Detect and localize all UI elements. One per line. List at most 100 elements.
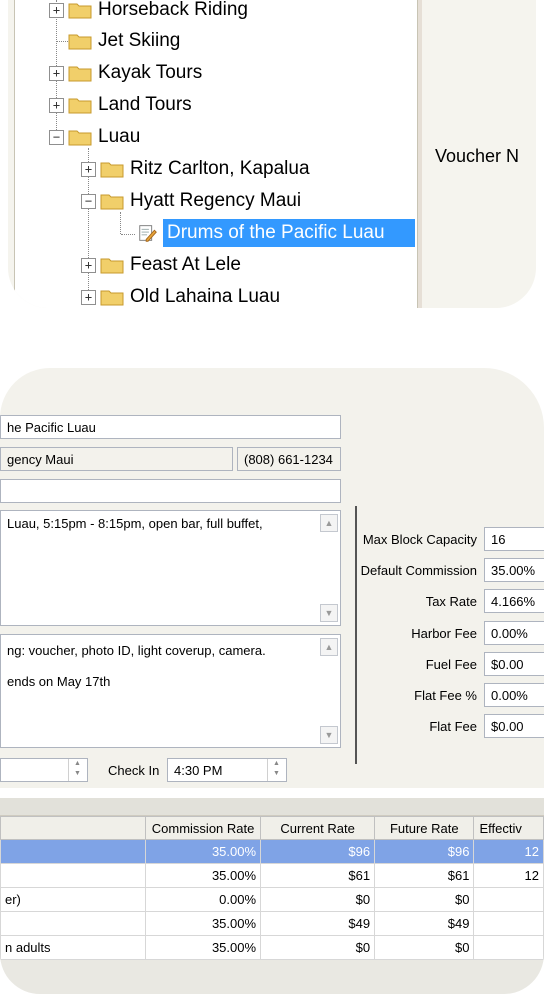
tree-node-label: Horseback Riding xyxy=(98,0,248,20)
folder-open-icon xyxy=(100,194,124,210)
cell-future-rate: $61 xyxy=(374,863,475,888)
expand-icon[interactable]: + xyxy=(49,2,64,18)
description-textarea[interactable]: Luau, 5:15pm - 8:15pm, open bar, full bu… xyxy=(0,510,341,626)
rates-table: Commission Rate Current Rate Future Rate… xyxy=(0,816,544,960)
tree-node-label: Ritz Carlton, Kapalua xyxy=(130,158,310,179)
tree-node-label: Hyatt Regency Maui xyxy=(130,190,302,211)
harbor-fee-field[interactable]: 0.00% xyxy=(484,621,544,645)
voucher-label: Voucher N xyxy=(435,146,520,166)
tree-node-hyatt-regency-maui[interactable]: − Hyatt Regency Maui xyxy=(81,186,301,216)
default-commission-field[interactable]: 35.00% xyxy=(484,558,544,582)
cell-name xyxy=(0,863,147,888)
tax-rate-field[interactable]: 4.166% xyxy=(484,589,544,613)
max-block-capacity-label: Max Block Capacity xyxy=(362,532,477,547)
tree-connector xyxy=(56,41,68,42)
tree-connector xyxy=(121,234,135,235)
scroll-up-icon[interactable]: ▲ xyxy=(320,638,338,656)
tree-node-old-lahaina-luau[interactable]: + Old Lahaina Luau xyxy=(81,282,280,308)
folder-open-icon xyxy=(68,130,92,146)
fuel-fee-label: Fuel Fee xyxy=(425,657,477,672)
folder-icon xyxy=(68,66,92,82)
cell-current-rate: $96 xyxy=(260,839,376,864)
expand-icon[interactable]: + xyxy=(81,289,96,305)
scroll-up-icon[interactable]: ▲ xyxy=(320,514,338,532)
column-header-effective[interactable]: Effectiv xyxy=(473,816,544,840)
column-header-commission-rate[interactable]: Commission Rate xyxy=(145,816,262,840)
cell-name xyxy=(0,839,147,864)
cell-effective: 12 xyxy=(473,863,544,888)
folder-icon xyxy=(68,34,92,50)
expand-icon[interactable]: + xyxy=(49,65,64,81)
harbor-fee-label: Harbor Fee xyxy=(411,626,477,641)
table-row[interactable]: er) 0.00% $0 $0 xyxy=(0,887,544,912)
tree-node-label: Land Tours xyxy=(98,94,192,115)
tree-node-ritz-carlton-kapalua[interactable]: + Ritz Carlton, Kapalua xyxy=(81,154,310,184)
default-commission-label: Default Commission xyxy=(360,563,477,578)
collapse-icon[interactable]: − xyxy=(49,129,64,145)
cell-future-rate: $0 xyxy=(374,935,475,960)
splitter[interactable] xyxy=(418,0,422,308)
activity-name-field[interactable]: he Pacific Luau xyxy=(0,415,341,439)
tree-node-label: Feast At Lele xyxy=(130,254,241,275)
tree-node-land-tours[interactable]: + Land Tours xyxy=(49,90,192,120)
folder-icon xyxy=(100,162,124,178)
scroll-down-icon[interactable]: ▼ xyxy=(320,726,338,744)
tax-rate-label: Tax Rate xyxy=(425,594,477,609)
cell-current-rate: $49 xyxy=(260,911,376,936)
table-header: Commission Rate Current Rate Future Rate… xyxy=(0,816,544,840)
venue-field[interactable]: gency Maui xyxy=(0,447,233,471)
cell-effective xyxy=(473,887,544,912)
column-header-name[interactable] xyxy=(0,816,147,840)
tree-node-label: Kayak Tours xyxy=(98,62,203,83)
rates-grid-panel: Commission Rate Current Rate Future Rate… xyxy=(0,798,544,994)
expand-icon[interactable]: + xyxy=(49,97,64,113)
table-row[interactable]: 35.00% $61 $61 12 xyxy=(0,863,544,888)
tree-node-jet-skiing[interactable]: Jet Skiing xyxy=(68,26,180,56)
cell-name: n adults xyxy=(0,935,147,960)
cell-current-rate: $61 xyxy=(260,863,376,888)
cell-current-rate: $0 xyxy=(260,887,376,912)
cell-commission: 35.00% xyxy=(145,863,262,888)
spinner-icon[interactable]: ▲ ▼ xyxy=(267,759,285,781)
phone-field[interactable]: (808) 661-1234 xyxy=(237,447,341,471)
description-line: Luau, 5:15pm - 8:15pm, open bar, full bu… xyxy=(7,516,263,531)
column-header-future-rate[interactable]: Future Rate xyxy=(374,816,475,840)
table-row[interactable]: 35.00% $49 $49 xyxy=(0,911,544,936)
grid-toolbar xyxy=(0,798,544,816)
tree-node-label: Old Lahaina Luau xyxy=(130,286,281,307)
table-row[interactable]: n adults 35.00% $0 $0 xyxy=(0,935,544,960)
notes-line: ends on May 17th xyxy=(7,674,111,689)
flat-fee-field[interactable]: $0.00 xyxy=(484,714,544,738)
tree-node-horseback-riding[interactable]: + Horseback Riding xyxy=(49,0,248,25)
tree-node-feast-at-lele[interactable]: + Feast At Lele xyxy=(81,250,241,280)
notes-line: ng: voucher, photo ID, light coverup, ca… xyxy=(7,643,266,658)
notes-textarea[interactable]: ng: voucher, photo ID, light coverup, ca… xyxy=(0,634,341,748)
category-tree[interactable]: + Horseback Riding Jet Skiing + Kayak To… xyxy=(14,0,418,308)
column-header-current-rate[interactable]: Current Rate xyxy=(260,816,376,840)
checkin-label: Check In xyxy=(108,763,160,778)
max-block-capacity-field[interactable]: 16 xyxy=(484,527,544,551)
tree-node-drums-of-the-pacific-luau[interactable]: Drums of the Pacific Luau xyxy=(137,218,415,248)
address-field[interactable] xyxy=(0,479,341,503)
cell-effective xyxy=(473,911,544,936)
cell-future-rate: $96 xyxy=(374,839,475,864)
collapse-icon[interactable]: − xyxy=(81,193,96,209)
flat-fee-percent-field[interactable]: 0.00% xyxy=(484,683,544,707)
cell-commission: 0.00% xyxy=(145,887,262,912)
expand-icon[interactable]: + xyxy=(81,161,96,177)
flat-fee-label: Flat Fee xyxy=(429,719,477,734)
cell-commission: 35.00% xyxy=(145,935,262,960)
flat-fee-percent-label: Flat Fee % xyxy=(414,688,477,703)
cell-effective xyxy=(473,935,544,960)
table-row[interactable]: 35.00% $96 $96 12 xyxy=(0,839,544,864)
tree-node-luau[interactable]: − Luau xyxy=(49,122,140,152)
cell-future-rate: $0 xyxy=(374,887,475,912)
fuel-fee-field[interactable]: $0.00 xyxy=(484,652,544,676)
spinner-icon[interactable]: ▲ ▼ xyxy=(68,759,86,781)
folder-icon xyxy=(68,98,92,114)
folder-icon xyxy=(68,3,92,19)
expand-icon[interactable]: + xyxy=(81,257,96,273)
tree-node-kayak-tours[interactable]: + Kayak Tours xyxy=(49,58,202,88)
tree-panel: + Horseback Riding Jet Skiing + Kayak To… xyxy=(8,0,536,308)
scroll-down-icon[interactable]: ▼ xyxy=(320,604,338,622)
